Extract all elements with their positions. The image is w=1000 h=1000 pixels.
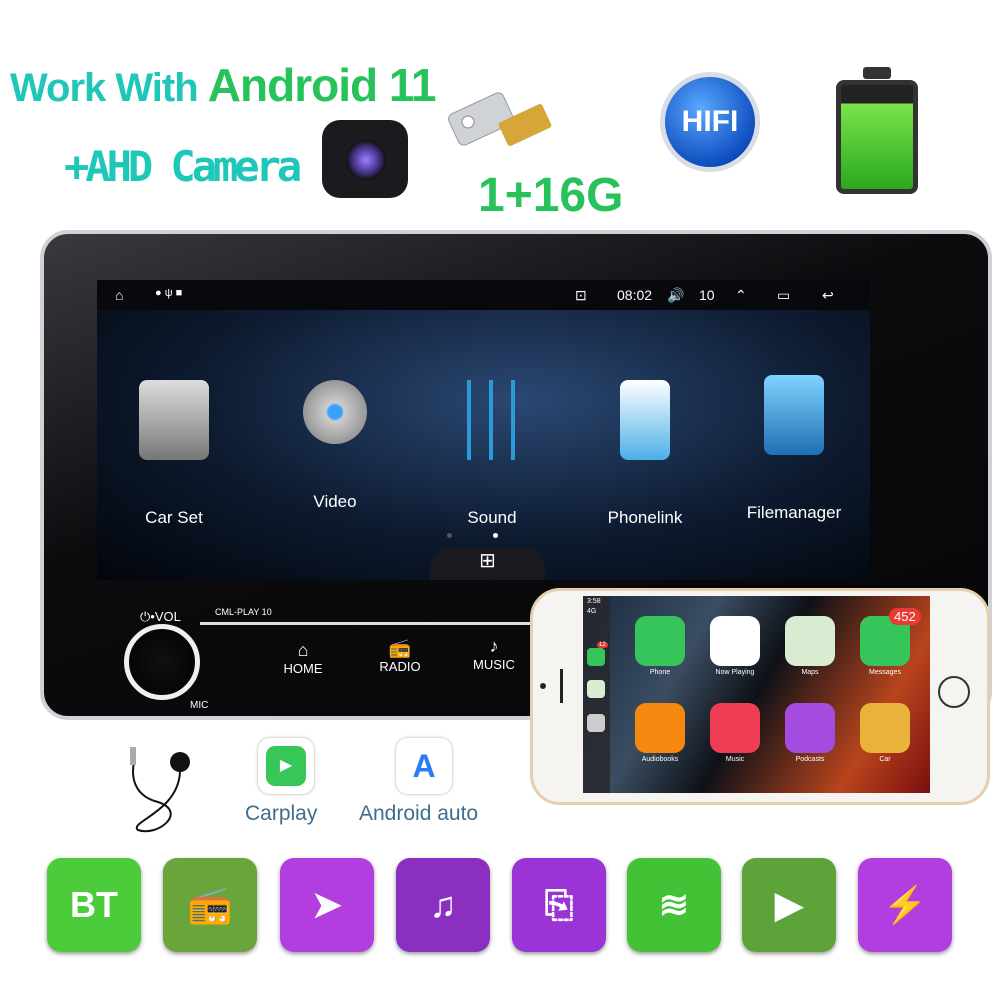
app-label: Now Playing bbox=[715, 669, 755, 676]
battery-charge-icon: ⚡ bbox=[858, 858, 952, 952]
now-playing-icon bbox=[710, 616, 760, 666]
bluetooth-icon: BT bbox=[47, 858, 141, 952]
usb-drive-icon bbox=[448, 92, 552, 146]
memory-text: 1+16G bbox=[478, 169, 624, 222]
cast-icon: ⊡ bbox=[575, 287, 587, 303]
headline-android: Work With Android 11 bbox=[10, 58, 437, 112]
page-dot[interactable] bbox=[447, 533, 452, 538]
speaker-slot bbox=[560, 669, 563, 703]
carplay-logo: ▶ bbox=[258, 738, 314, 794]
divider bbox=[200, 622, 540, 625]
carplay-app-podcasts[interactable]: Podcasts bbox=[785, 703, 835, 763]
head-unit-screen: ⌂ ● ψ ■ ⊡ 08:02 🔊 10 ⌃ ▭ ↩ Car Set Video… bbox=[97, 280, 870, 580]
messages-badge: 452 bbox=[889, 608, 921, 625]
music-icon: ♪ bbox=[489, 636, 499, 656]
phone-icon bbox=[635, 616, 685, 666]
ahd-camera-text: +AHD Camera bbox=[64, 142, 302, 191]
app-drawer-button[interactable]: ⊞ bbox=[430, 548, 545, 580]
app-label: Audiobooks bbox=[641, 756, 679, 763]
app-label: Messages bbox=[869, 669, 901, 676]
mic-label: MIC bbox=[190, 700, 209, 711]
clock: 08:02 bbox=[617, 287, 653, 303]
volume-level: 10 bbox=[699, 287, 715, 303]
usb-icon: ⎘ bbox=[512, 858, 606, 952]
app-video[interactable]: Video bbox=[275, 380, 395, 512]
carplay-app-audiobooks[interactable]: Audiobooks bbox=[635, 703, 685, 763]
music-icon bbox=[710, 703, 760, 753]
carplay-app-music[interactable]: Music bbox=[710, 703, 760, 763]
volume-knob[interactable] bbox=[124, 624, 200, 700]
music-button[interactable]: ♪ MUSIC bbox=[464, 636, 524, 672]
recents-icon[interactable]: ▭ bbox=[777, 287, 790, 304]
back-icon[interactable]: ↩ bbox=[822, 287, 834, 304]
wifi-icon: ≋ bbox=[627, 858, 721, 952]
app-label: Filemanager bbox=[746, 503, 842, 522]
carplay-app-now-playing[interactable]: Now Playing bbox=[710, 616, 760, 676]
carplay-label: Carplay bbox=[245, 802, 318, 825]
navigation-icon: ➤ bbox=[280, 858, 374, 952]
sidebar-maps-icon[interactable] bbox=[587, 680, 605, 698]
carplay-app-car[interactable]: Car bbox=[860, 703, 910, 763]
page-dot-active[interactable] bbox=[493, 533, 498, 538]
model-label: CML-PLAY 10 bbox=[215, 607, 272, 617]
radio-button[interactable]: 📻 RADIO bbox=[370, 638, 430, 674]
car-exit-icon bbox=[860, 703, 910, 753]
radio-icon: 📻 bbox=[163, 858, 257, 952]
app-filemanager[interactable]: Filemanager bbox=[734, 375, 854, 523]
folder-icon bbox=[764, 375, 824, 455]
status-bar: ⌂ ● ψ ■ ⊡ 08:02 🔊 10 ⌃ ▭ ↩ bbox=[97, 280, 870, 310]
music-icon: ♫ bbox=[396, 858, 490, 952]
app-label: Music bbox=[725, 756, 745, 763]
maps-icon bbox=[785, 616, 835, 666]
phone-time: 3:58 bbox=[587, 598, 601, 605]
phone-network: 4G bbox=[587, 608, 597, 615]
radio-icon: 📻 bbox=[388, 638, 412, 658]
battery-icon bbox=[836, 67, 918, 194]
carplay-app-messages[interactable]: Messages bbox=[860, 616, 910, 676]
app-phonelink[interactable]: Phonelink bbox=[585, 380, 705, 528]
app-car-set[interactable]: Car Set bbox=[114, 380, 234, 528]
volume-icon[interactable]: 🔊 bbox=[667, 287, 684, 304]
equalizer-icon bbox=[457, 380, 527, 460]
sidebar-badge: 12 bbox=[597, 642, 608, 648]
sidebar-settings-icon[interactable] bbox=[587, 714, 605, 732]
app-label: Car Set bbox=[145, 508, 203, 527]
app-label: Video bbox=[313, 492, 357, 511]
button-label: HOME bbox=[283, 661, 323, 676]
app-label: Podcasts bbox=[795, 756, 825, 763]
button-label: RADIO bbox=[379, 659, 421, 674]
audiobooks-icon bbox=[635, 703, 685, 753]
phonelink-icon bbox=[620, 380, 670, 460]
microphone-icon bbox=[130, 747, 190, 833]
app-label: Maps bbox=[801, 669, 819, 676]
android-auto-label: Android auto bbox=[359, 802, 479, 825]
power-vol-label: ⏻•VOL bbox=[140, 609, 181, 624]
car-icon bbox=[139, 380, 209, 460]
film-reel-icon bbox=[303, 380, 367, 444]
button-label: MUSIC bbox=[473, 657, 515, 672]
work-with-text: Work With bbox=[10, 66, 199, 110]
home-button[interactable]: ⌂ HOME bbox=[273, 640, 333, 676]
sidebar-messages-icon[interactable] bbox=[587, 648, 605, 666]
app-sound[interactable]: Sound bbox=[432, 380, 552, 528]
app-label: Phone bbox=[649, 669, 671, 676]
carplay-screen: 3:58 4G 12 Phone Now Playing Maps Messag… bbox=[583, 596, 930, 793]
home-button-icon[interactable] bbox=[938, 676, 970, 708]
collapse-icon[interactable]: ⌃ bbox=[735, 287, 747, 304]
app-label: Car bbox=[879, 756, 891, 763]
android-auto-logo: A bbox=[396, 738, 452, 794]
carplay-app-phone[interactable]: Phone bbox=[635, 616, 685, 676]
camera-icon bbox=[322, 120, 408, 198]
hifi-badge: HIFI bbox=[660, 72, 760, 172]
podcasts-icon bbox=[785, 703, 835, 753]
app-label: Phonelink bbox=[607, 508, 683, 527]
play-icon: ▶ bbox=[742, 858, 836, 952]
camera-dot bbox=[540, 683, 546, 689]
carplay-app-maps[interactable]: Maps bbox=[785, 616, 835, 676]
home-icon: ⌂ bbox=[297, 640, 309, 660]
home-icon[interactable]: ⌂ bbox=[115, 287, 123, 303]
app-label: Sound bbox=[467, 508, 517, 527]
android-version-text: Android 11 bbox=[207, 59, 437, 111]
notification-icons: ● ψ ■ bbox=[155, 287, 183, 299]
